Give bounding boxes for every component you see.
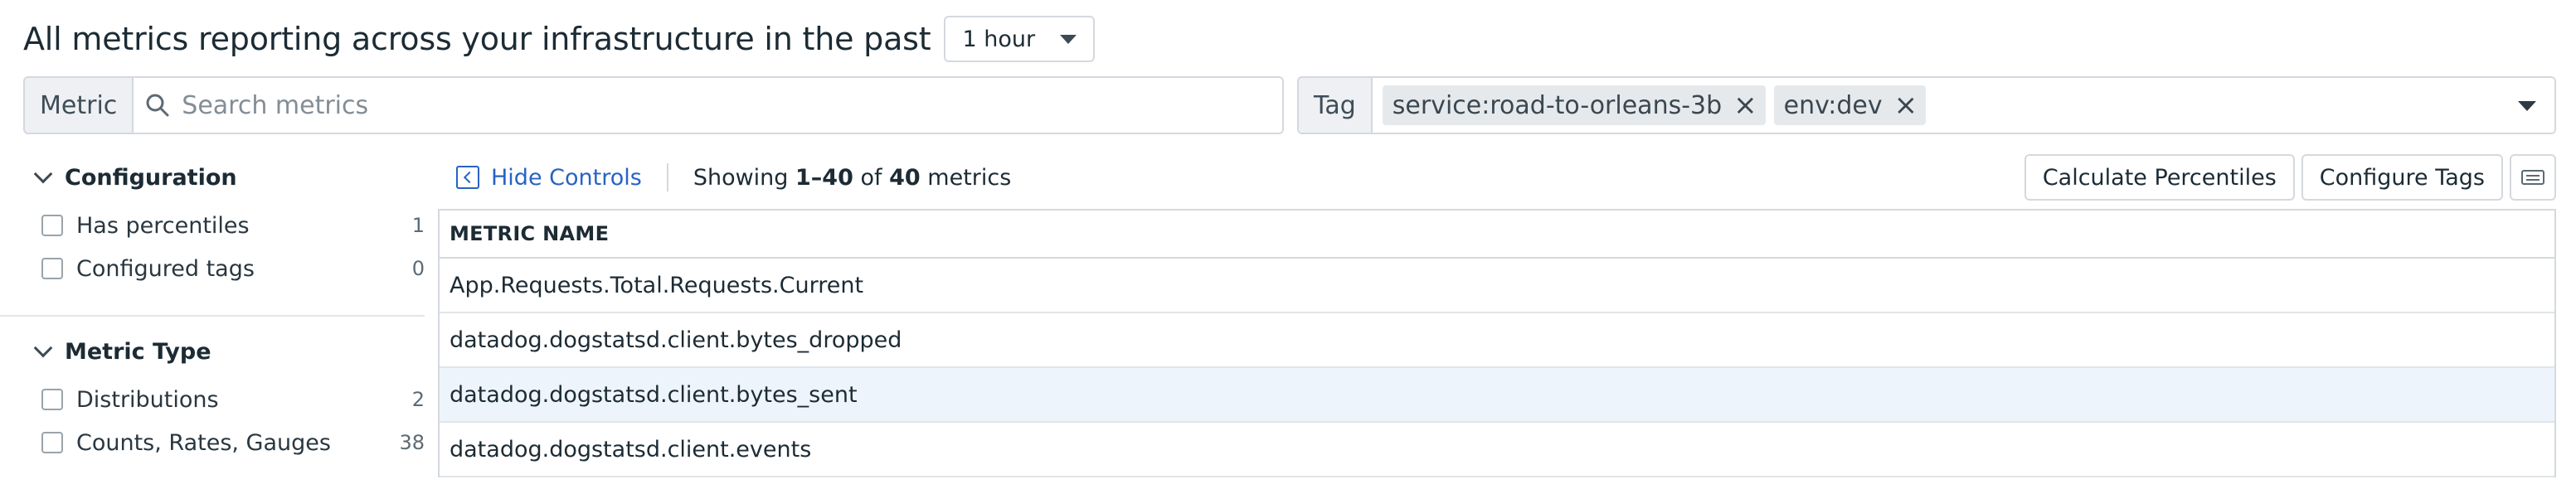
chevron-down-icon (33, 164, 53, 184)
facet-count: 0 (411, 257, 425, 280)
showing-of: of (860, 164, 882, 191)
page-title: All metrics reporting across your infras… (23, 21, 931, 57)
results-toolbar: Hide Controls Showing 1–40 of 40 metrics… (456, 154, 2556, 201)
facet-label: Configured tags (76, 255, 255, 282)
table-row[interactable]: datadog.dogstatsd.client.bytes_dropped (440, 313, 2554, 368)
facet-has-percentiles[interactable]: Has percentiles 1 (23, 204, 425, 247)
section-title: Metric Type (65, 338, 211, 365)
checkbox[interactable] (41, 258, 63, 279)
section-title: Configuration (65, 164, 237, 191)
section-configuration-toggle[interactable]: Configuration (23, 157, 425, 197)
facet-label: Has percentiles (76, 212, 250, 239)
showing-total: 40 (889, 164, 921, 191)
showing-prefix: Showing (693, 164, 789, 191)
facet-count: 38 (399, 431, 425, 454)
metric-search-box: Metric (23, 76, 1284, 134)
results-count: Showing 1–40 of 40 metrics (693, 165, 1011, 191)
caret-down-icon[interactable] (2518, 101, 2536, 111)
facet-count: 2 (411, 388, 425, 411)
section-metric-type-toggle[interactable]: Metric Type (23, 332, 425, 371)
facet-distributions[interactable]: Distributions 2 (23, 378, 425, 421)
collapse-panel-icon (456, 166, 479, 189)
chevron-down-icon (33, 338, 53, 358)
table-row[interactable]: datadog.dogstatsd.client.bytes_sent (440, 368, 2554, 423)
checkbox[interactable] (41, 215, 63, 236)
tag-chip-label: service:road-to-orleans-3b (1392, 90, 1723, 120)
time-range-select[interactable]: 1 hour (944, 16, 1096, 62)
checkbox[interactable] (41, 389, 63, 410)
tag-chip: env:dev × (1773, 85, 1927, 125)
configure-tags-button[interactable]: Configure Tags (2301, 154, 2503, 201)
tag-chip: service:road-to-orleans-3b × (1382, 85, 1766, 125)
tag-label: Tag (1299, 78, 1373, 133)
time-range-value: 1 hour (962, 26, 1036, 52)
showing-suffix: metrics (927, 164, 1012, 191)
showing-range: 1–40 (795, 164, 853, 191)
facet-label: Distributions (76, 386, 219, 413)
search-icon (146, 94, 169, 117)
facet-sidebar: Configuration Has percentiles 1 Configur… (0, 157, 425, 464)
close-icon[interactable]: × (1733, 91, 1757, 119)
metric-search-area[interactable] (134, 78, 1282, 133)
checkbox[interactable] (41, 432, 63, 453)
page-header: All metrics reporting across your infras… (23, 15, 1096, 63)
table-row[interactable]: App.Requests.Total.Requests.Current (440, 259, 2554, 313)
facet-configured-tags[interactable]: Configured tags 0 (23, 247, 425, 290)
facet-counts-rates-gauges[interactable]: Counts, Rates, Gauges 38 (23, 421, 425, 464)
metric-label: Metric (25, 78, 134, 133)
hide-controls-label: Hide Controls (491, 164, 642, 191)
table-row[interactable]: datadog.dogstatsd.client.events (440, 423, 2554, 477)
calculate-percentiles-button[interactable]: Calculate Percentiles (2024, 154, 2295, 201)
metrics-table: METRIC NAME App.Requests.Total.Requests.… (438, 209, 2556, 477)
column-header-metric-name[interactable]: METRIC NAME (440, 211, 2554, 259)
keyboard-shortcuts-button[interactable] (2510, 154, 2556, 201)
tag-filter-box: Tag service:road-to-orleans-3b × env:dev… (1297, 76, 2556, 134)
metric-search-input[interactable] (182, 90, 1261, 120)
keyboard-icon (2521, 170, 2544, 185)
facet-count: 1 (411, 214, 425, 237)
divider (0, 315, 425, 317)
divider (666, 163, 668, 191)
facet-label: Counts, Rates, Gauges (76, 429, 331, 456)
tag-filter-input[interactable]: service:road-to-orleans-3b × env:dev × (1372, 78, 2554, 133)
caret-down-icon (1060, 34, 1077, 44)
close-icon[interactable]: × (1894, 91, 1918, 119)
tag-chip-label: env:dev (1783, 90, 1883, 120)
hide-controls-button[interactable]: Hide Controls (456, 165, 642, 191)
